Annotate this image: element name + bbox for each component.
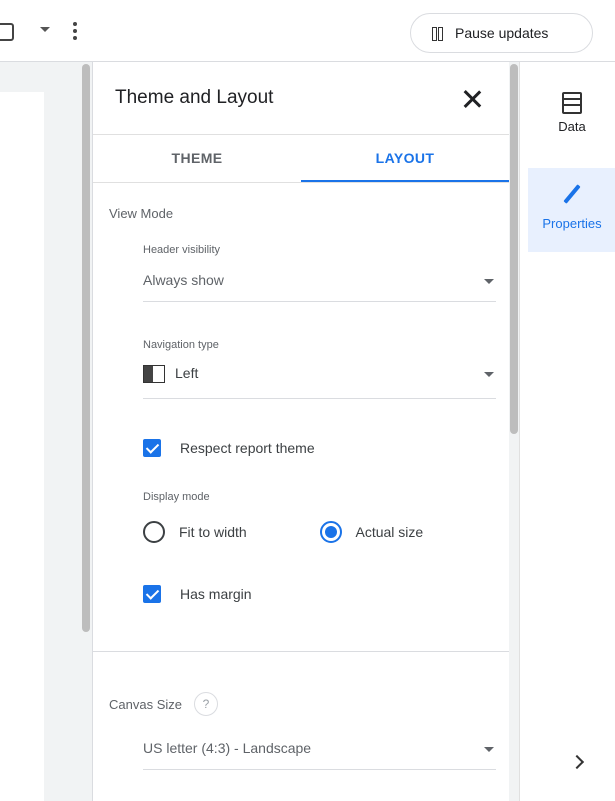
chevron-right-icon[interactable] [569, 754, 585, 770]
has-margin-label: Has margin [180, 586, 252, 602]
theme-layout-panel: Theme and Layout THEME LAYOUT View Mode … [92, 62, 509, 801]
report-canvas [0, 62, 80, 801]
pause-updates-button[interactable]: Pause updates [410, 13, 593, 53]
fit-to-width-label: Fit to width [179, 524, 247, 540]
shape-icon[interactable] [0, 23, 14, 41]
header-visibility-value: Always show [143, 272, 224, 288]
canvas-size-label: Canvas Size [109, 696, 182, 712]
has-margin-checkbox[interactable] [143, 585, 161, 603]
fit-to-width-option[interactable]: Fit to width [143, 521, 320, 543]
has-margin-row[interactable]: Has margin [143, 585, 496, 603]
right-rail: Data Properties [519, 62, 615, 801]
dropdown-arrow-icon [484, 747, 494, 752]
toolbar: Pause updates [0, 0, 615, 62]
respect-theme-row[interactable]: Respect report theme [143, 439, 496, 457]
left-nav-icon [143, 365, 165, 383]
canvas-scrollbar-thumb[interactable] [82, 64, 90, 632]
header-visibility-label: Header visibility [143, 244, 221, 256]
navigation-type-value: Left [175, 365, 199, 381]
canvas-scrollbar[interactable] [80, 62, 92, 801]
pencil-icon [563, 184, 581, 206]
help-icon[interactable]: ? [193, 692, 218, 716]
rail-item-data[interactable]: Data [528, 86, 615, 156]
panel-title: Theme and Layout [115, 87, 274, 108]
rail-item-properties-label: Properties [542, 216, 602, 231]
header-visibility-select[interactable]: Always show [143, 272, 496, 302]
tab-layout[interactable]: LAYOUT [301, 135, 509, 182]
panel-scrollbar[interactable] [509, 62, 519, 801]
database-icon [562, 92, 582, 114]
more-options-icon[interactable] [73, 22, 78, 42]
pause-updates-label: Pause updates [455, 25, 549, 41]
view-mode-label: View Mode [109, 206, 174, 221]
respect-theme-label: Respect report theme [180, 440, 315, 456]
close-icon[interactable] [463, 90, 481, 108]
canvas-size-select[interactable]: US letter (4:3) - Landscape [143, 740, 496, 770]
pause-icon [432, 27, 444, 41]
display-mode-label: Display mode [143, 491, 210, 503]
canvas-size-section: Canvas Size ? US letter (4:3) - Landscap… [93, 652, 509, 770]
canvas-size-value: US letter (4:3) - Landscape [143, 740, 312, 756]
rail-item-properties[interactable]: Properties [528, 168, 615, 252]
canvas-page[interactable] [0, 92, 44, 801]
rail-item-data-label: Data [558, 119, 586, 134]
panel-header: Theme and Layout [93, 62, 509, 135]
navigation-type-select[interactable]: Left [143, 365, 496, 399]
dropdown-arrow-icon [484, 372, 494, 377]
chevron-down-icon[interactable] [40, 27, 50, 32]
respect-theme-checkbox[interactable] [143, 439, 161, 457]
actual-size-label: Actual size [355, 524, 424, 540]
panel-scrollbar-thumb[interactable] [510, 64, 518, 434]
navigation-type-label: Navigation type [143, 339, 219, 351]
actual-size-radio[interactable] [319, 521, 342, 543]
actual-size-option[interactable]: Actual size [319, 521, 497, 543]
view-mode-section: View Mode Header visibility Always show … [93, 183, 509, 603]
dropdown-arrow-icon [484, 279, 494, 284]
panel-tabs: THEME LAYOUT [93, 135, 509, 183]
display-mode-options: Fit to width Actual size [143, 521, 496, 543]
fit-to-width-radio[interactable] [143, 521, 165, 543]
tab-theme[interactable]: THEME [93, 135, 301, 182]
